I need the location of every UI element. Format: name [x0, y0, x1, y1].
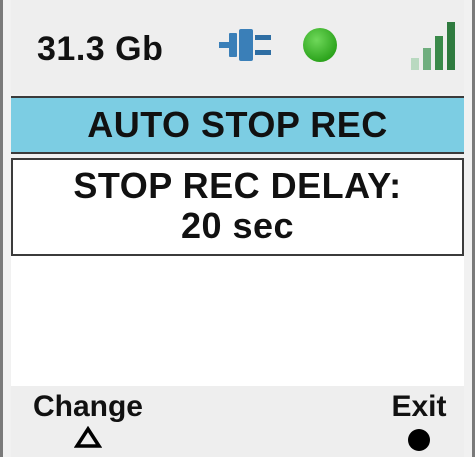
device-screen: 31.3 Gb AUTO STOP REC STOP REC DELAY: 20: [11, 0, 464, 457]
status-bar: 31.3 Gb: [11, 0, 464, 94]
triangle-up-icon: [74, 426, 102, 448]
exit-label: Exit: [391, 390, 447, 423]
exit-softkey[interactable]: Exit: [374, 390, 464, 451]
signal-bars-icon: [411, 22, 455, 70]
setting-value: 20 sec: [180, 205, 295, 246]
content-area: [11, 256, 464, 386]
softkey-bar: Change Exit: [11, 386, 464, 457]
plug-icon: [219, 29, 271, 61]
change-softkey[interactable]: Change: [13, 390, 163, 448]
filled-circle-icon: [408, 429, 430, 451]
title-bar: AUTO STOP REC: [11, 96, 464, 154]
device-frame: 31.3 Gb AUTO STOP REC STOP REC DELAY: 20: [0, 0, 475, 457]
page-title: AUTO STOP REC: [87, 104, 388, 145]
setting-label: STOP REC DELAY:: [73, 165, 402, 206]
change-label: Change: [32, 390, 143, 423]
storage-remaining: 31.3 Gb: [37, 30, 164, 68]
status-dot-icon: [303, 28, 337, 62]
setting-item[interactable]: STOP REC DELAY: 20 sec: [11, 158, 464, 256]
